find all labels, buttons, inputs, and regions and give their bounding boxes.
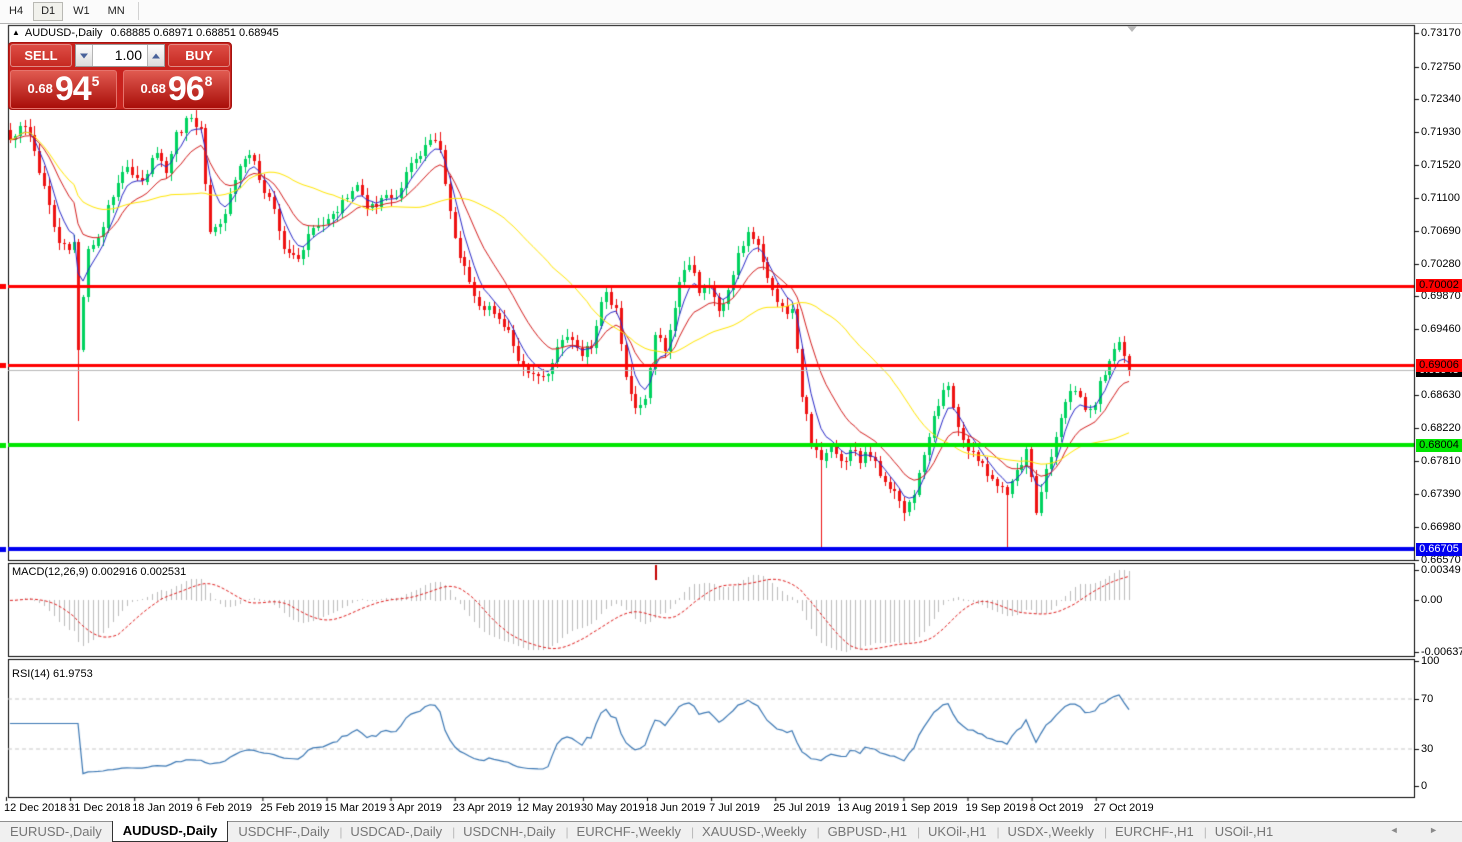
- timeframe-button-h4[interactable]: H4: [1, 2, 31, 21]
- chart-tab-eurchf-h1[interactable]: EURCHF-,H1: [1105, 822, 1204, 842]
- chart-tab-gbpusd-h1[interactable]: GBPUSD-,H1: [818, 822, 917, 842]
- buy-button[interactable]: BUY: [168, 44, 230, 67]
- chart-tab-eurchf-weekly[interactable]: EURCHF-,Weekly: [567, 822, 692, 842]
- chart-tab-audusd-daily[interactable]: AUDUSD-,Daily: [112, 821, 229, 842]
- price-tick-label: 0.67390: [1421, 488, 1461, 500]
- sell-price-big: 94: [55, 70, 91, 108]
- date-axis-label: 25 Feb 2019: [260, 802, 322, 814]
- price-tick-label: 0.66980: [1421, 521, 1461, 533]
- buy-price-box[interactable]: 0.68968: [123, 70, 230, 109]
- date-axis-label: 27 Oct 2019: [1094, 802, 1154, 814]
- price-tick-label: 0.71520: [1421, 159, 1461, 171]
- date-axis-label: 18 Jan 2019: [132, 802, 193, 814]
- chart-tab-usdchf-daily[interactable]: USDCHF-,Daily: [228, 822, 339, 842]
- collapse-panel-icon[interactable]: ▲: [12, 28, 20, 37]
- one-click-trading-panel: SELL 1.00 BUY 0.68945 0.68968: [8, 42, 232, 110]
- timeframe-button-mn[interactable]: MN: [100, 2, 133, 21]
- trade-panel-prices: 0.68945 0.68968: [9, 69, 231, 111]
- price-tick-label: 0.68220: [1421, 422, 1461, 434]
- price-level-badge: 0.70002: [1416, 279, 1462, 292]
- date-axis-label: 7 Jul 2019: [709, 802, 760, 814]
- date-axis-label: 12 May 2019: [517, 802, 581, 814]
- macd-tick-label: 0.00: [1421, 594, 1442, 606]
- volume-value[interactable]: 1.00: [93, 45, 147, 66]
- price-tick-label: 0.71100: [1421, 192, 1460, 204]
- date-axis-label: 3 Apr 2019: [389, 802, 442, 814]
- chart-tab-ukoil-h1[interactable]: UKOil-,H1: [918, 822, 997, 842]
- price-level-badge: 0.69006: [1416, 359, 1462, 372]
- date-axis-label: 13 Aug 2019: [837, 802, 899, 814]
- chart-tab-xauusd-weekly[interactable]: XAUUSD-,Weekly: [692, 822, 817, 842]
- rsi-tick-label: 30: [1421, 743, 1433, 755]
- tab-scroll-arrows[interactable]: ◄ ►: [1390, 825, 1452, 835]
- price-tick-label: 0.72750: [1421, 61, 1461, 73]
- trading-terminal-window: H4D1W1MN ▲ AUDUSD-,Daily 0.68885 0.68971 0…: [0, 0, 1462, 842]
- price-tick-label: 0.70690: [1421, 225, 1461, 237]
- sell-button[interactable]: SELL: [10, 44, 72, 67]
- chart-tab-usdcnh-daily[interactable]: USDCNH-,Daily: [453, 822, 565, 842]
- triangle-up-icon: [152, 53, 160, 58]
- sell-price-box[interactable]: 0.68945: [10, 70, 117, 109]
- chart-canvas[interactable]: [0, 0, 1462, 842]
- rsi-tick-label: 70: [1421, 693, 1433, 705]
- price-tick-label: 0.69460: [1421, 323, 1461, 335]
- date-axis-label: 1 Sep 2019: [901, 802, 957, 814]
- price-level-badge: 0.68004: [1416, 439, 1462, 452]
- price-tick-label: 0.67810: [1421, 455, 1461, 467]
- triangle-down-icon: [80, 53, 88, 58]
- rsi-tick-label: 0: [1421, 780, 1427, 792]
- date-axis-label: 19 Sep 2019: [966, 802, 1028, 814]
- buy-price-sup: 8: [205, 73, 213, 89]
- timeframe-button-w1[interactable]: W1: [65, 2, 98, 21]
- volume-spinner: 1.00: [75, 44, 165, 67]
- toolbar-separator: [138, 2, 139, 20]
- date-axis-label: 31 Dec 2018: [68, 802, 130, 814]
- price-tick-label: 0.72340: [1421, 93, 1461, 105]
- macd-tick-label: 0.00349: [1421, 564, 1461, 576]
- date-axis-label: 18 Jun 2019: [645, 802, 706, 814]
- chart-title: ▲ AUDUSD-,Daily 0.68885 0.68971 0.68851 0.…: [12, 27, 279, 39]
- date-axis-label: 30 May 2019: [581, 802, 645, 814]
- buy-price-prefix: 0.68: [141, 81, 166, 96]
- volume-increase-button[interactable]: [147, 45, 164, 66]
- price-tick-label: 0.71930: [1421, 126, 1461, 138]
- sell-price-sup: 5: [92, 73, 100, 89]
- price-tick-label: 0.70280: [1421, 258, 1461, 270]
- date-axis-label: 25 Jul 2019: [773, 802, 830, 814]
- date-axis-label: 23 Apr 2019: [453, 802, 512, 814]
- sell-price-prefix: 0.68: [28, 81, 53, 96]
- macd-indicator-label: MACD(12,26,9) 0.002916 0.002531: [12, 566, 186, 578]
- date-axis-label: 12 Dec 2018: [4, 802, 66, 814]
- chart-tab-usdcad-daily[interactable]: USDCAD-,Daily: [340, 822, 452, 842]
- trade-panel-top-row: SELL 1.00 BUY: [9, 43, 231, 69]
- timeframe-toolbar: H4D1W1MN: [0, 0, 1462, 24]
- rsi-indicator-label: RSI(14) 61.9753: [12, 668, 93, 680]
- rsi-tick-label: 100: [1421, 655, 1439, 667]
- chart-symbol-label: AUDUSD-,Daily: [25, 27, 103, 39]
- chart-shift-marker-icon[interactable]: [1127, 26, 1137, 32]
- price-tick-label: 0.73170: [1421, 27, 1461, 39]
- chart-tab-usdx-weekly[interactable]: USDX-,Weekly: [998, 822, 1104, 842]
- date-axis-label: 6 Feb 2019: [196, 802, 252, 814]
- date-axis-label: 15 Mar 2019: [325, 802, 387, 814]
- price-level-badge: 0.66705: [1416, 543, 1462, 556]
- chart-tab-bar: EURUSD-,DailyAUDUSD-,DailyUSDCHF-,Daily|…: [0, 821, 1462, 842]
- chart-tab-eurusd-daily[interactable]: EURUSD-,Daily: [0, 822, 112, 842]
- timeframe-button-d1[interactable]: D1: [33, 2, 63, 21]
- date-axis-label: 8 Oct 2019: [1030, 802, 1084, 814]
- chart-tab-usoil-h1[interactable]: USOil-,H1: [1205, 822, 1284, 842]
- volume-decrease-button[interactable]: [76, 45, 93, 66]
- price-tick-label: 0.68630: [1421, 389, 1461, 401]
- buy-price-big: 96: [168, 70, 204, 108]
- chart-ohlc-values: 0.68885 0.68971 0.68851 0.68945: [111, 27, 279, 39]
